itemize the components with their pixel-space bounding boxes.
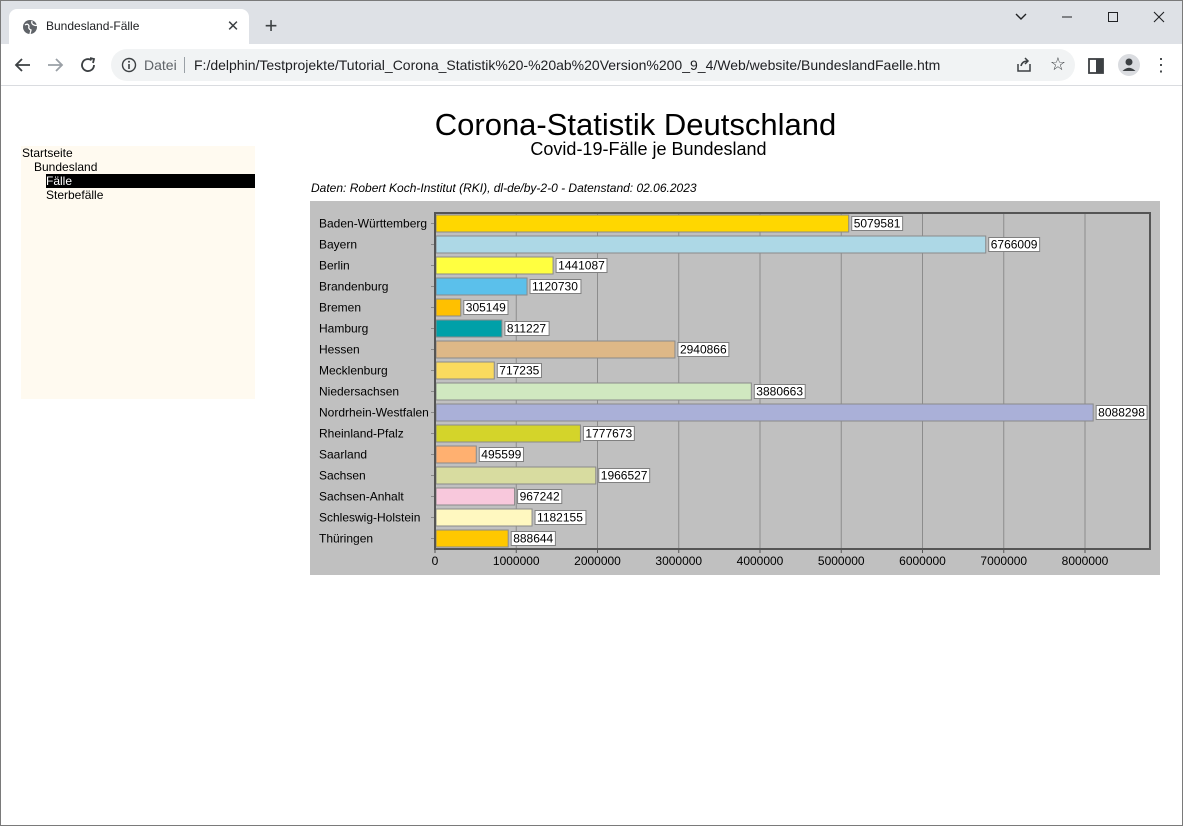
bar bbox=[435, 424, 581, 443]
x-tick-label: 6000000 bbox=[899, 554, 946, 568]
bar bbox=[435, 256, 554, 275]
data-label: 6766009 bbox=[991, 238, 1038, 252]
data-label: 1441087 bbox=[558, 259, 605, 273]
bar bbox=[435, 445, 477, 464]
bar bbox=[435, 235, 987, 254]
page-subtitle: Covid-19-Fälle je Bundesland bbox=[530, 139, 767, 159]
data-label: 2940866 bbox=[680, 343, 727, 357]
bar bbox=[435, 466, 597, 485]
nav-link-bundesland[interactable]: Bundesland bbox=[34, 160, 97, 174]
address-separator bbox=[184, 57, 185, 73]
maximize-icon[interactable] bbox=[1090, 3, 1136, 31]
address-bar[interactable]: Datei F:/delphin/Testprojekte/Tutorial_C… bbox=[111, 49, 1075, 81]
globe-icon bbox=[23, 20, 38, 35]
category-label: Bremen bbox=[319, 301, 361, 315]
bar bbox=[435, 298, 462, 317]
bar bbox=[435, 361, 495, 380]
page-title: Corona-Statistik Deutschland bbox=[434, 107, 837, 142]
data-label: 811227 bbox=[507, 322, 546, 336]
data-label: 1120730 bbox=[532, 280, 578, 294]
x-tick-label: 3000000 bbox=[655, 554, 702, 568]
category-label: Bayern bbox=[319, 238, 357, 252]
side-panel-icon[interactable] bbox=[1087, 57, 1105, 75]
category-label: Sachsen bbox=[319, 469, 366, 483]
tab-search-chevron-icon[interactable] bbox=[998, 3, 1044, 31]
data-label: 8088298 bbox=[1098, 406, 1145, 420]
category-label: Schleswig-Holstein bbox=[319, 511, 420, 525]
url-text[interactable]: F:/delphin/Testprojekte/Tutorial_Corona_… bbox=[194, 57, 940, 73]
data-label: 5079581 bbox=[854, 217, 901, 231]
x-tick-label: 4000000 bbox=[737, 554, 784, 568]
bookmark-star-icon[interactable]: ☆ bbox=[1047, 53, 1069, 75]
x-tick-label: 7000000 bbox=[980, 554, 1027, 568]
browser-tab[interactable]: Bundesland-Fälle ✕ bbox=[9, 9, 249, 44]
chart-canvas: Baden-Württemberg 5079581 Bayern 6766009 Ber… bbox=[319, 212, 1151, 568]
category-label: Baden-Württemberg bbox=[319, 217, 427, 231]
data-label: 1182155 bbox=[537, 511, 583, 525]
data-label: 1777673 bbox=[585, 427, 632, 441]
data-label: 305149 bbox=[466, 301, 506, 315]
bar bbox=[435, 508, 533, 527]
data-label: 967242 bbox=[520, 490, 560, 504]
scheme-label: Datei bbox=[144, 57, 177, 73]
bar bbox=[435, 319, 503, 338]
category-label: Hessen bbox=[319, 343, 360, 357]
category-label: Niedersachsen bbox=[319, 385, 399, 399]
bar bbox=[435, 277, 528, 296]
data-label: 495599 bbox=[481, 448, 521, 462]
bar bbox=[435, 340, 676, 359]
nav-link-startseite[interactable]: Startseite bbox=[22, 146, 73, 160]
data-label: 888644 bbox=[513, 532, 553, 546]
data-source-note: Daten: Robert Koch-Institut (RKI), dl-de… bbox=[311, 181, 697, 195]
new-tab-plus-icon[interactable]: + bbox=[259, 14, 283, 38]
kebab-menu-icon[interactable]: ⋮ bbox=[1151, 53, 1171, 77]
bar bbox=[435, 487, 516, 506]
x-tick-label: 5000000 bbox=[818, 554, 865, 568]
nav-link-sterbefaelle[interactable]: Sterbefälle bbox=[46, 188, 103, 202]
profile-avatar-icon[interactable] bbox=[1117, 53, 1141, 77]
info-icon[interactable] bbox=[121, 57, 137, 73]
category-label: Thüringen bbox=[319, 532, 373, 546]
browser-toolbar: Datei F:/delphin/Testprojekte/Tutorial_C… bbox=[1, 44, 1182, 86]
data-label: 3880663 bbox=[756, 385, 803, 399]
tab-close-icon[interactable]: ✕ bbox=[223, 17, 243, 37]
category-label: Saarland bbox=[319, 448, 367, 462]
data-label: 1966527 bbox=[601, 469, 648, 483]
share-icon[interactable] bbox=[1014, 55, 1034, 75]
bar bbox=[435, 214, 850, 233]
category-label: Berlin bbox=[319, 259, 350, 273]
bar bbox=[435, 403, 1094, 422]
data-label: 717235 bbox=[499, 364, 539, 378]
category-label: Rheinland-Pfalz bbox=[319, 427, 404, 441]
back-arrow-icon[interactable] bbox=[10, 52, 36, 78]
x-tick-label: 1000000 bbox=[493, 554, 540, 568]
bar-chart: Baden-Württemberg 5079581 Bayern 6766009 Ber… bbox=[310, 201, 1160, 575]
x-tick-label: 0 bbox=[432, 554, 439, 568]
category-label: Nordrhein-Westfalen bbox=[319, 406, 429, 420]
category-label: Sachsen-Anhalt bbox=[319, 490, 404, 504]
category-label: Mecklenburg bbox=[319, 364, 388, 378]
nav-link-faelle-active[interactable]: Fälle bbox=[46, 174, 255, 188]
minimize-icon[interactable] bbox=[1044, 3, 1090, 31]
tab-strip: Bundesland-Fälle ✕ + bbox=[1, 1, 1182, 44]
reload-icon[interactable] bbox=[75, 52, 101, 78]
category-label: Brandenburg bbox=[319, 280, 388, 294]
bar bbox=[435, 529, 509, 548]
window-close-icon[interactable] bbox=[1136, 3, 1182, 31]
bar bbox=[435, 382, 752, 401]
sidebar-navigation: Startseite Bundesland Fälle Sterbefälle bbox=[21, 146, 255, 399]
category-label: Hamburg bbox=[319, 322, 368, 336]
x-tick-label: 8000000 bbox=[1062, 554, 1109, 568]
x-tick-label: 2000000 bbox=[574, 554, 621, 568]
forward-arrow-icon[interactable] bbox=[42, 52, 68, 78]
tab-title: Bundesland-Fälle bbox=[46, 19, 140, 33]
page-content: Startseite Bundesland Fälle Sterbefälle … bbox=[1, 87, 1182, 825]
